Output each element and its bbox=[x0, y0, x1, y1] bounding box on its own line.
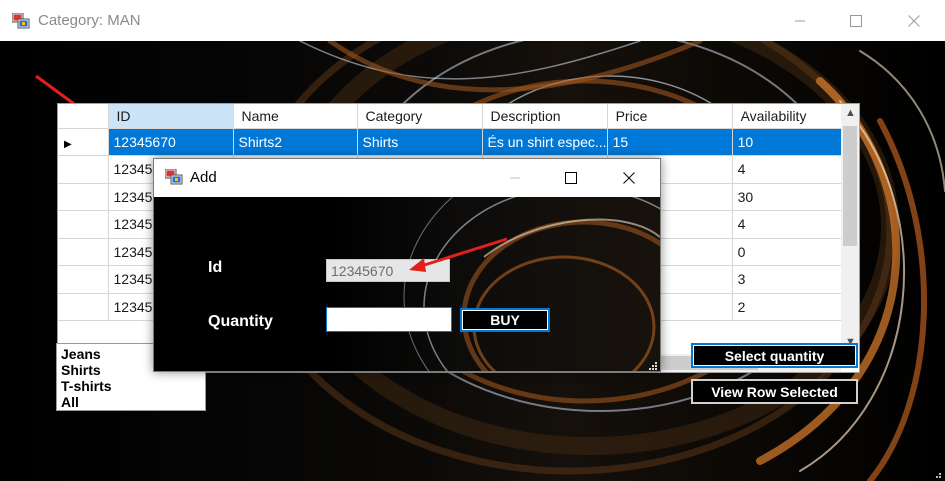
annotation-arrow-id bbox=[409, 237, 508, 272]
current-row-arrow-icon: ▶ bbox=[64, 138, 72, 150]
cell-description[interactable]: És un shirt espec... bbox=[482, 128, 608, 156]
id-label: Id bbox=[208, 259, 223, 276]
maximize-button[interactable] bbox=[833, 0, 879, 41]
dialog-background-swirl-image bbox=[403, 197, 660, 371]
cell-availability[interactable]: 2 bbox=[732, 293, 843, 321]
cell-availability[interactable]: 10 bbox=[732, 128, 843, 156]
cell-availability[interactable]: 3 bbox=[732, 265, 843, 294]
resize-grip-icon[interactable] bbox=[930, 467, 942, 479]
scroll-up-arrow-icon[interactable]: ▲ bbox=[845, 107, 856, 119]
dialog-close-button[interactable] bbox=[600, 159, 658, 197]
dialog-title: Add bbox=[190, 169, 217, 186]
cell-category[interactable]: Shirts bbox=[357, 128, 483, 156]
dialog-title-bar: Add bbox=[154, 159, 660, 197]
quantity-label: Quantity bbox=[208, 313, 273, 330]
column-header-category[interactable]: Category bbox=[357, 104, 483, 129]
row-selector[interactable] bbox=[58, 155, 109, 184]
vertical-scroll-thumb[interactable] bbox=[843, 126, 857, 246]
row-selector-current[interactable]: ▶ bbox=[58, 128, 109, 156]
add-dialog: Add Id 12345670 Quantity BUY bbox=[153, 158, 661, 372]
row-selector[interactable] bbox=[58, 238, 109, 266]
minimize-icon bbox=[795, 20, 805, 21]
dialog-minimize-button[interactable] bbox=[486, 159, 544, 197]
column-header-price[interactable]: Price bbox=[607, 104, 733, 129]
vertical-scrollbar[interactable]: ▲ ▼ bbox=[841, 104, 859, 354]
cell-availability[interactable]: 4 bbox=[732, 155, 843, 184]
close-button[interactable] bbox=[891, 0, 937, 41]
cell-availability[interactable]: 4 bbox=[732, 210, 843, 239]
maximize-icon bbox=[565, 172, 577, 184]
view-row-selected-button[interactable]: View Row Selected bbox=[691, 379, 858, 404]
dialog-maximize-button[interactable] bbox=[542, 159, 600, 197]
main-window: Category: MAN ID Name Category Descripti… bbox=[0, 0, 945, 481]
quantity-input[interactable] bbox=[326, 307, 452, 332]
column-header-name[interactable]: Name bbox=[233, 104, 358, 129]
cell-availability[interactable]: 0 bbox=[732, 238, 843, 266]
minimize-icon bbox=[510, 177, 520, 179]
window-title: Category: MAN bbox=[38, 12, 141, 29]
row-selector[interactable] bbox=[58, 265, 109, 294]
cell-id[interactable]: 12345670 bbox=[108, 128, 234, 156]
list-item[interactable]: T-shirts bbox=[61, 378, 201, 394]
buy-button[interactable]: BUY bbox=[460, 308, 550, 332]
cell-availability[interactable]: 30 bbox=[732, 183, 843, 211]
list-item[interactable]: All bbox=[61, 394, 201, 410]
app-icon bbox=[12, 13, 30, 29]
column-header-id[interactable]: ID bbox=[108, 104, 234, 129]
column-header-description[interactable]: Description bbox=[482, 104, 608, 129]
cell-price[interactable]: 15 bbox=[607, 128, 733, 156]
column-header-availability[interactable]: Availability bbox=[732, 104, 843, 129]
table-row[interactable]: ▶ 12345670 Shirts2 Shirts És un shirt es… bbox=[58, 128, 843, 156]
dialog-client-area: Id 12345670 Quantity BUY bbox=[154, 197, 660, 371]
title-bar: Category: MAN bbox=[0, 0, 945, 41]
close-icon bbox=[623, 172, 635, 184]
resize-grip-icon[interactable] bbox=[647, 360, 657, 370]
close-icon bbox=[908, 14, 920, 27]
cell-name[interactable]: Shirts2 bbox=[233, 128, 358, 156]
row-selector[interactable] bbox=[58, 183, 109, 211]
select-quantity-button[interactable]: Select quantity bbox=[691, 343, 858, 368]
grid-corner-header bbox=[58, 104, 109, 129]
app-icon bbox=[165, 169, 183, 185]
minimize-button[interactable] bbox=[777, 0, 823, 41]
maximize-icon bbox=[850, 14, 862, 27]
row-selector[interactable] bbox=[58, 293, 109, 321]
row-selector[interactable] bbox=[58, 210, 109, 239]
